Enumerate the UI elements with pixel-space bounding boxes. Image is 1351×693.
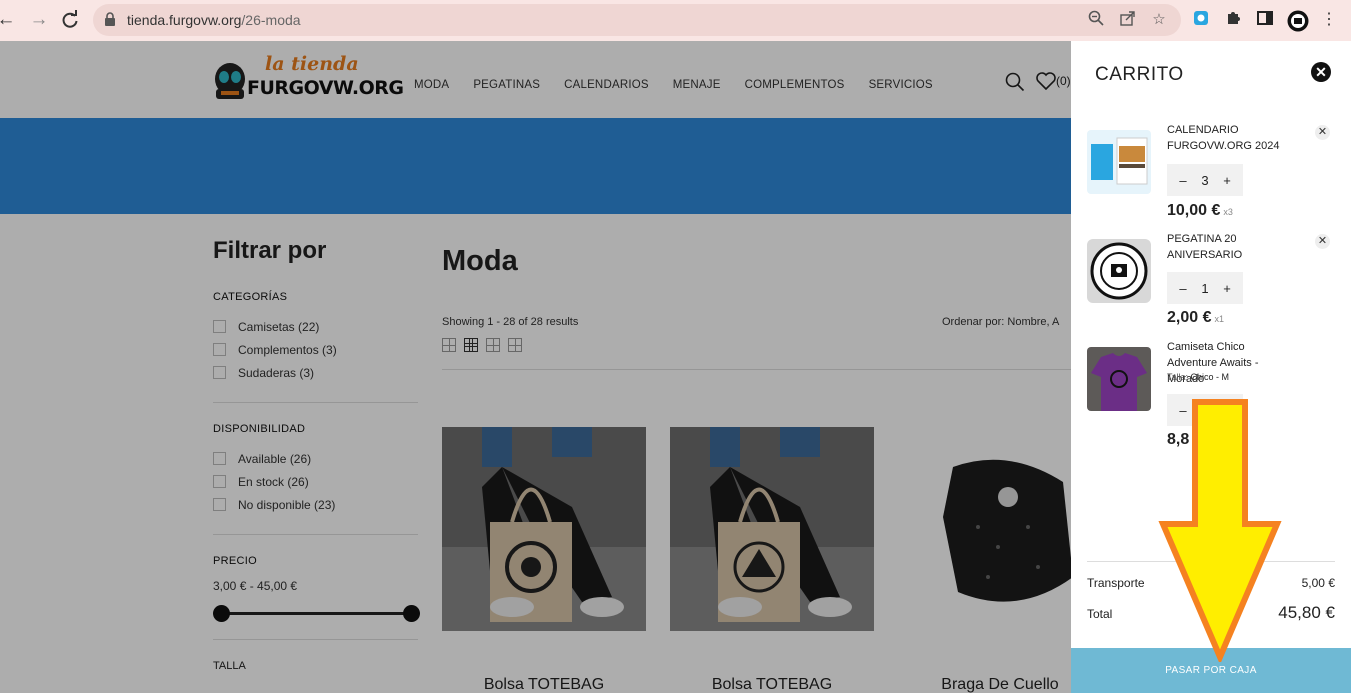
line-price: 10,00 € x3 [1167, 202, 1233, 219]
remove-item-icon[interactable]: ✕ [1315, 234, 1330, 249]
extension-icon[interactable] [1191, 10, 1211, 30]
quantity-stepper[interactable]: – 1 + [1167, 272, 1243, 304]
cart-item-image[interactable] [1087, 130, 1151, 194]
quantity-value[interactable]: 3 [1197, 173, 1213, 188]
close-icon[interactable]: ✕ [1311, 62, 1331, 82]
side-panel-icon[interactable] [1255, 10, 1275, 30]
total-label: Total [1087, 607, 1113, 621]
cart-item-title[interactable]: CALENDARIO FURGOVW.ORG 2024 [1167, 122, 1297, 154]
quantity-stepper[interactable]: – 3 + [1167, 164, 1243, 196]
cart-item: Camiseta Chico Adventure Awaits - Morado… [1087, 339, 1335, 449]
increment-button[interactable]: + [1219, 173, 1235, 188]
puzzle-icon[interactable] [1223, 10, 1243, 30]
lock-icon [105, 12, 115, 26]
forward-icon[interactable]: → [29, 10, 49, 30]
cart-drawer: CARRITO ✕ CALENDARIO FURGOVW.ORG 2024 ✕ … [1071, 41, 1351, 693]
checkout-button[interactable]: PASAR POR CAJA [1071, 648, 1351, 693]
line-price: 2,00 € x1 [1167, 309, 1224, 326]
web-page: la tienda FURGOVW.ORG MODA PEGATINAS CAL… [0, 41, 1351, 693]
decrement-button[interactable]: – [1175, 173, 1191, 188]
zoom-icon[interactable] [1086, 10, 1106, 30]
share-icon[interactable] [1118, 10, 1138, 30]
cart-item-variant: Talla: Chico - M [1167, 372, 1230, 382]
total-row: Total 45,80 € [1087, 603, 1335, 623]
divider [1087, 561, 1335, 562]
cart-item-title[interactable]: PEGATINA 20 ANIVERSARIO [1167, 231, 1297, 263]
bookmark-star-icon[interactable]: ☆ [1149, 10, 1169, 30]
cart-item-image[interactable] [1087, 347, 1151, 411]
cart-title: CARRITO [1095, 64, 1184, 85]
shipping-value: 5,00 € [1301, 576, 1335, 590]
total-value: 45,80 € [1278, 603, 1335, 622]
quantity-value[interactable]: 1 [1197, 281, 1213, 296]
reload-icon[interactable] [60, 10, 80, 30]
menu-kebab-icon[interactable]: ⋮ [1319, 10, 1339, 30]
profile-avatar[interactable] [1287, 10, 1309, 32]
increment-button[interactable]: + [1219, 403, 1235, 418]
cart-item: PEGATINA 20 ANIVERSARIO ✕ – 1 + 2,00 € x1 [1087, 231, 1335, 331]
shipping-label: Transporte [1087, 576, 1145, 590]
cart-item: CALENDARIO FURGOVW.ORG 2024 ✕ – 3 + 10,0… [1087, 122, 1335, 222]
decrement-button[interactable]: – [1175, 281, 1191, 296]
quantity-value[interactable]: 1 [1197, 403, 1213, 418]
quantity-stepper[interactable]: – 1 + [1167, 394, 1243, 426]
decrement-button[interactable]: – [1175, 403, 1191, 418]
browser-toolbar: ← → tienda.furgovw.org/26-moda ☆ ⋮ [0, 0, 1351, 41]
url-text: tienda.furgovw.org/26-moda [127, 12, 301, 28]
back-icon[interactable]: ← [0, 10, 16, 30]
remove-item-icon[interactable]: ✕ [1315, 125, 1330, 140]
cart-item-image[interactable] [1087, 239, 1151, 303]
increment-button[interactable]: + [1219, 281, 1235, 296]
line-price: 8,8 [1167, 431, 1190, 448]
shipping-row: Transporte 5,00 € [1087, 576, 1335, 590]
modal-backdrop[interactable] [0, 41, 1071, 693]
address-bar[interactable]: tienda.furgovw.org/26-moda ☆ [93, 4, 1181, 36]
